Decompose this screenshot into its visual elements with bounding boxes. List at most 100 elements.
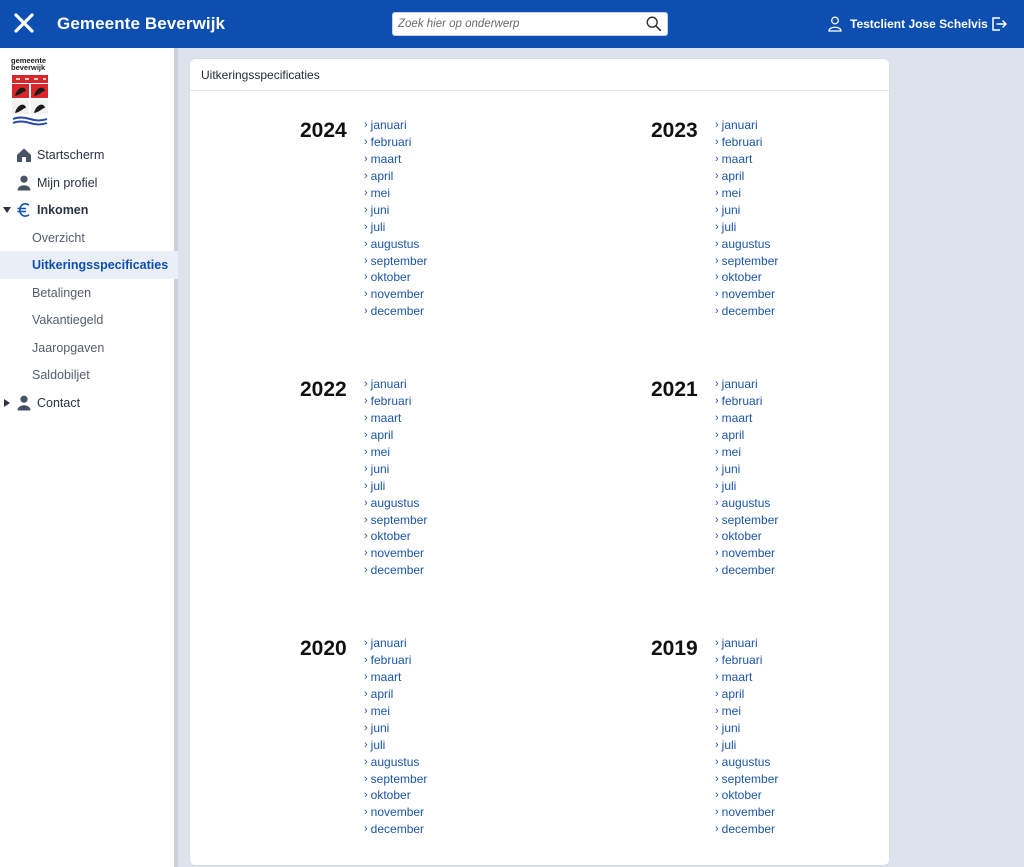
month-link[interactable]: › mei xyxy=(364,444,427,461)
sidebar-item-mijn-profiel[interactable]: Mijn profiel xyxy=(0,169,178,197)
month-link[interactable]: › oktober xyxy=(364,528,427,545)
month-link[interactable]: › mei xyxy=(364,185,427,202)
month-link[interactable]: › maart xyxy=(364,410,427,427)
month-link[interactable]: › december xyxy=(364,821,427,838)
month-label: september xyxy=(370,512,428,527)
month-link[interactable]: › juli xyxy=(715,218,778,235)
month-link[interactable]: › februari xyxy=(715,393,778,410)
month-link[interactable]: › februari xyxy=(715,652,778,669)
month-link[interactable]: › juli xyxy=(715,477,778,494)
sidebar-subitem-overzicht[interactable]: Overzicht xyxy=(0,224,178,252)
month-label: mei xyxy=(721,704,742,718)
sidebar-subitem-saldobiljet[interactable]: Saldobiljet xyxy=(0,361,178,389)
month-label: oktober xyxy=(721,529,762,544)
month-link[interactable]: › juni xyxy=(715,719,778,736)
chevron-right-icon: › xyxy=(715,637,719,650)
month-link[interactable]: › juni xyxy=(364,460,427,477)
user-icon xyxy=(828,16,842,32)
month-link[interactable]: › januari xyxy=(364,376,427,393)
month-label: februari xyxy=(721,135,763,150)
month-link[interactable]: › januari xyxy=(715,635,778,652)
month-link[interactable]: › december xyxy=(364,562,427,579)
chevron-right-icon: › xyxy=(364,671,368,684)
month-link[interactable]: › juli xyxy=(364,218,427,235)
month-link[interactable]: › augustus xyxy=(715,494,778,511)
month-link[interactable]: › januari xyxy=(715,376,778,393)
month-link[interactable]: › maart xyxy=(715,151,778,168)
month-link[interactable]: › mei xyxy=(364,703,427,720)
month-link[interactable]: › april xyxy=(364,427,427,444)
sidebar-item-inkomen[interactable]: Inkomen xyxy=(0,196,178,224)
month-link[interactable]: › augustus xyxy=(364,753,427,770)
sidebar-subitem-betalingen[interactable]: Betalingen xyxy=(0,279,178,307)
month-link[interactable]: › mei xyxy=(715,703,778,720)
month-link[interactable]: › april xyxy=(715,686,778,703)
month-link[interactable]: › november xyxy=(715,804,778,821)
month-link[interactable]: › januari xyxy=(715,117,778,134)
month-link[interactable]: › september xyxy=(715,252,778,269)
close-icon[interactable] xyxy=(12,11,36,35)
sidebar-subitem-jaaropgaven[interactable]: Jaaropgaven xyxy=(0,334,178,362)
month-link[interactable]: › december xyxy=(364,303,427,320)
month-link[interactable]: › november xyxy=(715,545,778,562)
sidebar-subitem-uitkeringsspecificaties[interactable]: Uitkeringsspecificaties xyxy=(0,251,178,279)
month-link[interactable]: › oktober xyxy=(715,269,778,286)
search-box[interactable] xyxy=(392,12,668,36)
sidebar-item-startscherm[interactable]: Startscherm xyxy=(0,141,178,169)
chevron-right-icon: › xyxy=(715,271,719,284)
month-link[interactable]: › december xyxy=(715,821,778,838)
month-link[interactable]: › november xyxy=(364,286,427,303)
month-link[interactable]: › april xyxy=(715,427,778,444)
month-link[interactable]: › december xyxy=(715,562,778,579)
month-link[interactable]: › april xyxy=(364,168,427,185)
month-link[interactable]: › juni xyxy=(715,201,778,218)
month-link[interactable]: › juni xyxy=(364,201,427,218)
month-link[interactable]: › juli xyxy=(364,477,427,494)
search-icon[interactable] xyxy=(645,15,663,33)
month-link[interactable]: › april xyxy=(715,168,778,185)
month-link[interactable]: › augustus xyxy=(364,235,427,252)
month-link[interactable]: › juni xyxy=(715,460,778,477)
month-link[interactable]: › februari xyxy=(364,652,427,669)
month-link[interactable]: › januari xyxy=(364,117,427,134)
month-link[interactable]: › november xyxy=(364,804,427,821)
month-link[interactable]: › september xyxy=(364,511,427,528)
sidebar-item-contact[interactable]: Contact xyxy=(0,389,178,417)
month-link[interactable]: › september xyxy=(364,252,427,269)
month-link[interactable]: › oktober xyxy=(364,787,427,804)
month-link[interactable]: › februari xyxy=(715,134,778,151)
search-input[interactable] xyxy=(393,13,633,35)
month-link[interactable]: › september xyxy=(364,770,427,787)
month-link[interactable]: › juni xyxy=(364,719,427,736)
chevron-right-icon: › xyxy=(364,187,368,199)
month-link[interactable]: › mei xyxy=(715,185,778,202)
municipality-logo[interactable]: gemeente beverwijk xyxy=(11,57,51,127)
month-link[interactable]: › maart xyxy=(364,151,427,168)
caret-right-icon[interactable] xyxy=(3,398,11,407)
month-link[interactable]: › juli xyxy=(715,736,778,753)
month-link[interactable]: › december xyxy=(715,303,778,320)
month-link[interactable]: › augustus xyxy=(364,494,427,511)
month-link[interactable]: › januari xyxy=(364,635,427,652)
month-link[interactable]: › mei xyxy=(715,444,778,461)
month-link[interactable]: › maart xyxy=(715,669,778,686)
month-link[interactable]: › september xyxy=(715,770,778,787)
month-link[interactable]: › maart xyxy=(364,669,427,686)
month-link[interactable]: › oktober xyxy=(715,787,778,804)
month-link[interactable]: › oktober xyxy=(715,528,778,545)
logout-icon[interactable] xyxy=(990,15,1008,33)
month-link[interactable]: › februari xyxy=(364,393,427,410)
month-link[interactable]: › september xyxy=(715,511,778,528)
month-link[interactable]: › november xyxy=(715,286,778,303)
month-link[interactable]: › juli xyxy=(364,736,427,753)
month-link[interactable]: › april xyxy=(364,686,427,703)
user-menu[interactable]: Testclient Jose Schelvis xyxy=(828,15,988,33)
caret-down-icon[interactable] xyxy=(3,206,11,214)
month-link[interactable]: › februari xyxy=(364,134,427,151)
month-link[interactable]: › maart xyxy=(715,410,778,427)
month-link[interactable]: › oktober xyxy=(364,269,427,286)
sidebar-subitem-vakantiegeld[interactable]: Vakantiegeld xyxy=(0,306,178,334)
month-link[interactable]: › augustus xyxy=(715,235,778,252)
month-link[interactable]: › november xyxy=(364,545,427,562)
month-link[interactable]: › augustus xyxy=(715,753,778,770)
